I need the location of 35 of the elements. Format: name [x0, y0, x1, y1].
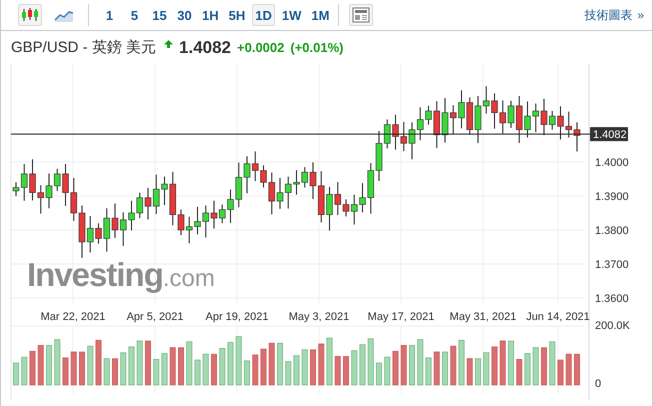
- date-axis-label: Jun 14, 2021: [526, 311, 590, 323]
- investing-logo: Investing.com: [27, 256, 215, 293]
- price-value: 1.4082: [179, 38, 232, 58]
- percent-change: (+0.01%): [290, 40, 344, 55]
- price-axis-label: 1.4000: [595, 157, 629, 169]
- interval-button[interactable]: 15: [149, 4, 170, 26]
- interval-button[interactable]: 1M: [308, 4, 332, 26]
- date-axis-label: May 31, 2021: [450, 311, 516, 323]
- layout-button[interactable]: [349, 4, 374, 26]
- current-price-badge: 1.4082: [590, 127, 628, 142]
- candlestick-icon: [20, 7, 40, 23]
- currency-pair-title: GBP/USD - 英鎊 美元: [11, 38, 156, 57]
- date-axis-label: May 17, 2021: [368, 311, 434, 323]
- date-axis-label: May 3, 2021: [288, 311, 350, 323]
- interval-button[interactable]: 5: [124, 4, 145, 26]
- date-axis-label: Apr 19, 2021: [206, 311, 268, 323]
- interval-button[interactable]: 1: [99, 4, 120, 26]
- interval-button[interactable]: 1W: [278, 4, 304, 26]
- interval-button[interactable]: 5H: [226, 4, 248, 26]
- candlestick-button[interactable]: [18, 4, 42, 26]
- price-axis-label: 1.3600: [595, 293, 629, 305]
- price-axis-label: 1.3900: [595, 191, 629, 203]
- date-axis-label: Apr 5, 2021: [126, 311, 184, 323]
- interval-button[interactable]: 1D: [252, 4, 275, 26]
- date-axis-label: Mar 22, 2021: [40, 311, 106, 323]
- volume-axis-label: 0: [595, 378, 602, 390]
- interval-button[interactable]: 30: [174, 4, 195, 26]
- layout-icon: [352, 7, 370, 23]
- price-axis-label: 1.3800: [595, 225, 629, 237]
- interval-button[interactable]: 1H: [199, 4, 222, 26]
- volume-axis-label: 200.0K: [595, 320, 630, 332]
- chevron-icon: »: [637, 8, 644, 22]
- price-change: +0.0002: [237, 40, 284, 55]
- price-axis-label: 1.3700: [595, 259, 629, 271]
- technical-chart-link[interactable]: 技術圖表: [584, 6, 632, 24]
